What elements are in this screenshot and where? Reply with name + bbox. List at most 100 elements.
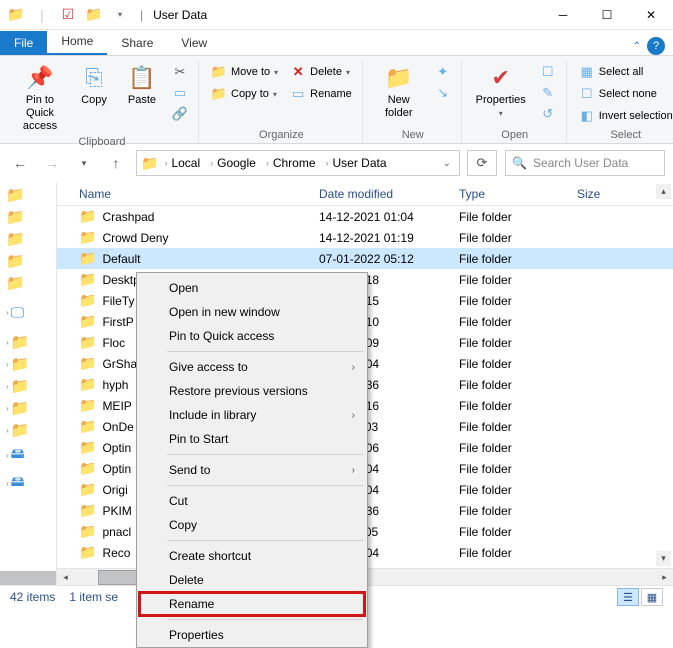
properties-button[interactable]: ✔ Properties ▾: [470, 60, 532, 119]
file-type: File folder: [459, 483, 577, 497]
navigation-pane[interactable]: 📁 📁 📁 📁 📁 ›🖵 ›📁 ›📁 ›📁 ›📁 ›📁 ›🖴 ›🖴: [0, 182, 57, 585]
tree-item[interactable]: 📁: [6, 208, 56, 226]
col-size[interactable]: Size: [577, 187, 637, 201]
tree-item[interactable]: ›🖴: [6, 471, 56, 495]
copy-to-button[interactable]: 📁Copy to ▾: [207, 84, 282, 104]
file-name: Optin: [102, 462, 131, 476]
group-organize: 📁Move to ▾ 📁Copy to ▾ ✕Delete ▾ ▭Rename …: [201, 60, 363, 143]
tree-item[interactable]: ›📁: [6, 333, 56, 351]
paste-icon: 📋: [128, 64, 156, 92]
folder-qat2-icon[interactable]: 📁: [82, 3, 106, 27]
new-folder-button[interactable]: 📁 New folder: [371, 60, 427, 120]
menu-item[interactable]: Open in new window: [139, 300, 365, 324]
menu-item[interactable]: Open: [139, 276, 365, 300]
move-to-button[interactable]: 📁Move to ▾: [207, 62, 282, 82]
menu-item[interactable]: Copy: [139, 513, 365, 537]
forward-button[interactable]: →: [40, 151, 64, 175]
breadcrumb-local[interactable]: ›Local: [160, 156, 204, 170]
address-bar[interactable]: 📁 ›Local ›Google ›Chrome ›User Data ⌄: [136, 150, 460, 176]
menu-item[interactable]: Pin to Start: [139, 427, 365, 451]
cut-icon[interactable]: ✂: [168, 62, 192, 82]
col-type[interactable]: Type: [459, 187, 577, 201]
scroll-right-icon[interactable]: ▸: [656, 569, 673, 586]
menu-item[interactable]: Pin to Quick access: [139, 324, 365, 348]
select-none-button[interactable]: ☐Select none: [575, 84, 673, 104]
menu-item[interactable]: Include in library›: [139, 403, 365, 427]
recent-dropdown-icon[interactable]: ▾: [72, 151, 96, 175]
scroll-up-icon[interactable]: ▴: [656, 184, 671, 199]
tree-item[interactable]: 📁: [6, 186, 56, 204]
tree-item[interactable]: ›📁: [6, 377, 56, 395]
menu-item[interactable]: Give access to›: [139, 355, 365, 379]
minimize-button[interactable]: ─: [541, 0, 585, 30]
tree-item[interactable]: ›🖴: [6, 443, 56, 467]
folder-qat-icon[interactable]: 📁: [4, 3, 28, 27]
selectnone-icon: ☐: [579, 86, 595, 102]
copy-path-icon[interactable]: ▭: [168, 83, 192, 103]
table-row[interactable]: 📁Crashpad14-12-2021 01:04File folder: [57, 206, 673, 227]
menu-item[interactable]: Delete: [139, 568, 365, 592]
up-button[interactable]: ↑: [104, 151, 128, 175]
tab-home[interactable]: Home: [47, 29, 107, 55]
menu-item[interactable]: Properties: [139, 623, 365, 647]
menu-item[interactable]: Cut: [139, 489, 365, 513]
tree-item[interactable]: 📁: [6, 252, 56, 270]
table-row[interactable]: 📁Default07-01-2022 05:12File folder: [57, 248, 673, 269]
col-date[interactable]: Date modified: [319, 187, 459, 201]
select-all-button[interactable]: ▦Select all: [575, 62, 673, 82]
group-open: ✔ Properties ▾ ☐ ✎ ↺ Open: [464, 60, 567, 143]
history-icon[interactable]: ↺: [536, 104, 560, 124]
tree-item[interactable]: ›📁: [6, 399, 56, 417]
open-icon[interactable]: ☐: [536, 62, 560, 82]
qat-dropdown-icon[interactable]: ▾: [108, 3, 132, 27]
tree-item[interactable]: 📁: [6, 274, 56, 292]
tree-item[interactable]: ›📁: [6, 355, 56, 373]
maximize-button[interactable]: ☐: [585, 0, 629, 30]
tree-item[interactable]: 📁: [6, 230, 56, 248]
new-item-icon[interactable]: ✦: [431, 62, 455, 82]
details-view-icon[interactable]: ☰: [617, 588, 639, 606]
menu-item[interactable]: Restore previous versions: [139, 379, 365, 403]
menu-item-label: Properties: [169, 628, 224, 642]
paste-shortcut-icon[interactable]: 🔗: [168, 104, 192, 124]
easy-access-icon[interactable]: ↘: [431, 83, 455, 103]
pin-to-quick-access-button[interactable]: 📌 Pin to Quick access: [12, 60, 68, 134]
tree-item[interactable]: ›📁: [6, 421, 56, 439]
edit-icon[interactable]: ✎: [536, 83, 560, 103]
collapse-ribbon-icon[interactable]: ⌃: [633, 41, 641, 52]
tree-item[interactable]: ›🖵: [6, 304, 56, 321]
tab-file[interactable]: File: [0, 31, 47, 55]
breadcrumb-userdata[interactable]: ›User Data: [322, 156, 391, 170]
copy-button[interactable]: ⎘ Copy: [72, 60, 116, 107]
col-name[interactable]: Name: [79, 187, 319, 201]
back-button[interactable]: ←: [8, 151, 32, 175]
menu-item[interactable]: Send to›: [139, 458, 365, 482]
properties-qat-icon[interactable]: ☑: [56, 3, 80, 27]
menu-item[interactable]: Create shortcut: [139, 544, 365, 568]
scroll-left-icon[interactable]: ◂: [57, 569, 74, 586]
folder-icon: 📁: [79, 397, 96, 414]
delete-button[interactable]: ✕Delete ▾: [286, 62, 356, 82]
large-icons-view-icon[interactable]: ▦: [641, 588, 663, 606]
breadcrumb-chrome[interactable]: ›Chrome: [262, 156, 320, 170]
breadcrumb-google[interactable]: ›Google: [206, 156, 260, 170]
column-headers[interactable]: Name Date modified Type Size: [57, 182, 673, 206]
help-icon[interactable]: ?: [647, 37, 665, 55]
invert-selection-button[interactable]: ◧Invert selection: [575, 106, 673, 126]
refresh-button[interactable]: ⟳: [467, 150, 497, 176]
search-box[interactable]: 🔍 Search User Data: [505, 150, 665, 176]
rename-button[interactable]: ▭Rename: [286, 84, 356, 104]
folder-icon: 📁: [79, 271, 96, 288]
close-button[interactable]: ✕: [629, 0, 673, 30]
paste-button[interactable]: 📋 Paste: [120, 60, 164, 107]
file-type: File folder: [459, 441, 577, 455]
table-row[interactable]: 📁Crowd Deny14-12-2021 01:19File folder: [57, 227, 673, 248]
tab-share[interactable]: Share: [107, 31, 167, 55]
menu-item[interactable]: Rename: [139, 592, 365, 616]
tab-view[interactable]: View: [167, 31, 221, 55]
address-dropdown-icon[interactable]: ⌄: [439, 158, 455, 169]
scroll-down-icon[interactable]: ▾: [656, 551, 671, 566]
file-type: File folder: [459, 252, 577, 266]
submenu-arrow-icon: ›: [352, 410, 355, 421]
invert-icon: ◧: [579, 108, 595, 124]
